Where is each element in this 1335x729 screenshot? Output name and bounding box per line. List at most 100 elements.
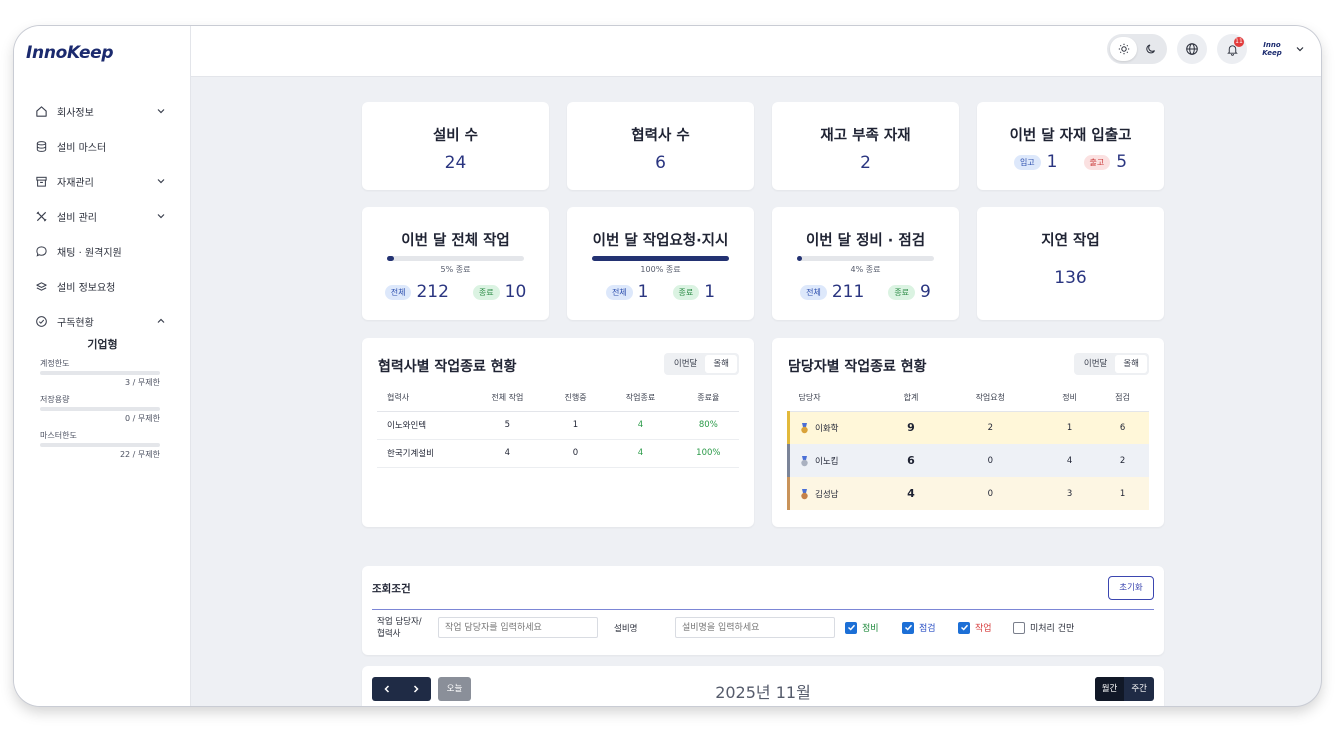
column-header: 담당자	[788, 385, 885, 412]
app-window: InnoKeep 회사정보 설비 마스터 자재관리 설비 관리 채팅 · 원격지…	[14, 26, 1321, 706]
table-cell: 이노킵	[787, 444, 885, 477]
sidebar-item-materials[interactable]: 자재관리	[14, 164, 191, 199]
period-toggle[interactable]: 이번달 올해	[1073, 353, 1149, 375]
table-cell: 0	[937, 444, 1044, 477]
table-cell: 80%	[677, 411, 739, 440]
in-badge: 입고	[1013, 154, 1041, 170]
stat-title: 지연 작업	[1041, 233, 1100, 249]
equipment-input[interactable]	[675, 617, 835, 638]
column-header: 종료율	[677, 385, 739, 412]
stat-title: 설비 수	[432, 128, 479, 144]
table-cell: 100%	[677, 439, 739, 468]
assignee-completion-card: 담당자별 작업종료 현황 이번달 올해 담당자 합계 작업요청 정비 점검 이화…	[772, 338, 1164, 527]
toggle-this-month[interactable]: 이번달	[666, 355, 705, 373]
chevron-down-icon[interactable]	[1295, 44, 1305, 54]
label-line: 작업 담당자/	[377, 617, 422, 627]
stat-title: 이번 달 자재 입출고	[1009, 128, 1132, 144]
moon-icon[interactable]	[1137, 37, 1164, 61]
theme-toggle[interactable]	[1107, 34, 1167, 64]
reset-button[interactable]: 초기화	[1108, 576, 1154, 600]
check-circle-icon	[34, 315, 48, 329]
work-card-maintenance: 이번 달 정비 · 점검 4% 종료 전체 211 종료 9	[772, 207, 959, 320]
table-cell: 한국기계설비	[377, 439, 467, 468]
usage-value: 22 / 무제한	[119, 450, 160, 459]
column-header: 점검	[1096, 385, 1149, 412]
home-icon	[34, 105, 48, 119]
toggle-this-year[interactable]: 올해	[705, 355, 737, 373]
chevron-down-icon[interactable]	[155, 210, 167, 222]
usage-storage: 저장용량 0 / 무제한	[14, 394, 191, 424]
period-toggle[interactable]: 이번달 올해	[663, 353, 739, 375]
sun-icon[interactable]	[1110, 37, 1137, 61]
view-month-button[interactable]: 월간	[1094, 677, 1125, 701]
chevron-down-icon[interactable]	[155, 175, 167, 187]
sidebar-item-company[interactable]: 회사정보	[14, 94, 191, 129]
sidebar-item-subscription[interactable]: 구독현황	[14, 304, 191, 339]
sidebar-item-info-request[interactable]: 설비 정보요청	[14, 269, 191, 304]
view-week-button[interactable]: 주간	[1124, 677, 1154, 701]
total-badge: 전체	[384, 284, 412, 300]
filter-title: 조회조건	[372, 583, 411, 595]
io-row: 입고 1 출고 5	[977, 152, 1164, 172]
medal-gold-icon	[801, 422, 808, 433]
table-cell: 9	[884, 411, 938, 444]
progress-bar	[592, 256, 729, 261]
calendar-toolbar: 오늘 2025년 11월 월간 주간	[362, 666, 1164, 706]
checkbox-inspection[interactable]: 점검	[902, 621, 936, 634]
table-cell: 6	[884, 444, 938, 477]
column-header: 전체 작업	[467, 385, 548, 412]
sidebar-item-equipment-management[interactable]: 설비 관리	[14, 199, 191, 234]
stat-value: 136	[1054, 268, 1087, 288]
work-stats-row: 전체 1 종료 1	[567, 282, 754, 302]
sidebar-item-label: 구독현황	[57, 318, 94, 329]
chevron-down-icon[interactable]	[155, 105, 167, 117]
medal-silver-icon	[801, 455, 808, 466]
table-cell: 김성남	[787, 477, 885, 510]
stat-title: 이번 달 작업요청·지시	[592, 233, 729, 249]
checkbox[interactable]	[902, 621, 914, 634]
table-cell: 2	[937, 411, 1044, 444]
usage-value: 3 / 무제한	[125, 378, 160, 387]
globe-icon[interactable]	[1177, 34, 1207, 64]
work-stats-row: 전체 212 종료 10	[362, 282, 549, 302]
column-header: 작업종료	[603, 385, 678, 412]
table-cell: 이노와인텍	[377, 411, 467, 440]
usage-bar	[40, 371, 160, 375]
view-toggle[interactable]: 월간 주간	[1094, 677, 1154, 701]
sidebar-nav: 회사정보 설비 마스터 자재관리 설비 관리 채팅 · 원격지원 설비 정보요청…	[14, 94, 191, 466]
table-cell: 2	[1096, 444, 1149, 477]
progress-label: 4% 종료	[850, 265, 881, 274]
box-icon	[34, 175, 48, 189]
column-header: 협력사	[377, 385, 467, 412]
checkbox-maintenance[interactable]: 정비	[845, 621, 879, 634]
checkbox[interactable]	[845, 621, 857, 634]
sidebar-item-label: 채팅 · 원격지원	[57, 248, 122, 259]
filter-card: 조회조건 초기화 작업 담당자/ 협력사 설비명 정비 점검 작업 미처리 건만	[362, 566, 1164, 655]
sidebar-item-equipment-master[interactable]: 설비 마스터	[14, 129, 191, 164]
notification-badge: 11	[1234, 37, 1244, 47]
avatar[interactable]: Inno Keep	[1257, 34, 1287, 64]
checkbox[interactable]	[1013, 621, 1025, 634]
assignee-input[interactable]	[438, 617, 598, 638]
section-title: 담당자별 작업종료 현황	[788, 359, 927, 375]
partner-completion-card: 협력사별 작업종료 현황 이번달 올해 협력사 전체 작업 진행중 작업종료 종…	[362, 338, 754, 527]
table-cell: 이화학	[787, 411, 885, 444]
toggle-this-month[interactable]: 이번달	[1076, 355, 1115, 373]
toggle-this-year[interactable]: 올해	[1115, 355, 1147, 373]
sidebar-item-label: 설비 관리	[57, 213, 97, 224]
progress-label: 100% 종료	[640, 265, 681, 274]
checkbox[interactable]	[958, 621, 970, 634]
sidebar-item-chat-support[interactable]: 채팅 · 원격지원	[14, 234, 191, 269]
stat-card-equipment: 설비 수 24	[362, 102, 549, 190]
done-badge: 종료	[888, 284, 916, 300]
notification-button[interactable]: 11	[1217, 34, 1247, 64]
checkbox-work[interactable]: 작업	[958, 621, 992, 634]
chevron-up-icon[interactable]	[155, 315, 167, 327]
assignee-name: 이화학	[815, 423, 839, 434]
app-logo[interactable]: InnoKeep	[26, 43, 114, 63]
equipment-label: 설비명	[614, 624, 638, 634]
assignee-name: 김성남	[815, 489, 839, 500]
checkbox-unprocessed-only[interactable]: 미처리 건만	[1013, 621, 1074, 634]
sidebar-item-label: 설비 마스터	[57, 143, 107, 154]
progress-bar	[387, 256, 524, 261]
